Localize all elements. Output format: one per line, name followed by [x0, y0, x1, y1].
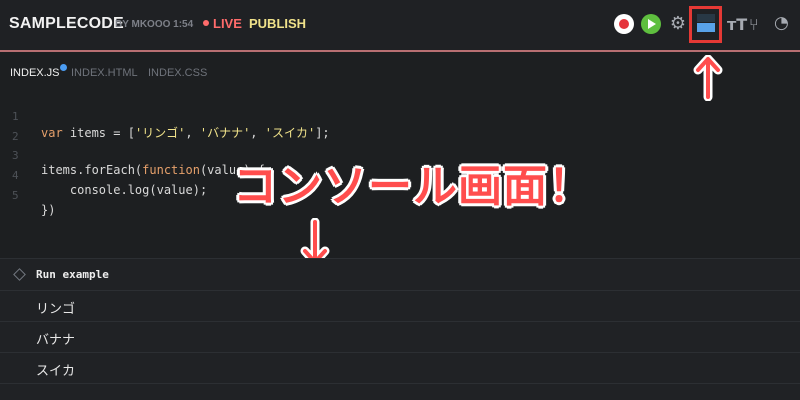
top-bar: SAMPLECODE BY MKOOO 1:54 LIVE PUBLISH ⚙ …	[0, 0, 800, 50]
modified-dot-icon	[59, 64, 67, 71]
tab-index-css[interactable]: INDEX.CSS	[148, 67, 207, 79]
console-run-label: Run example	[36, 268, 109, 281]
code-text: console.log(value);	[41, 183, 208, 197]
console-output: バナナ	[36, 333, 76, 348]
tab-label: INDEX.JS	[10, 67, 60, 79]
text-size-icon[interactable]: ᴛT	[727, 15, 749, 37]
app-title: SAMPLECODE	[9, 15, 124, 32]
code-text: items.forEach(function(value) {	[41, 163, 265, 177]
live-label: LIVE	[213, 16, 242, 31]
code-line: 5 })	[0, 175, 55, 217]
code-line: 1 var items = ['リンゴ', 'バナナ', 'スイカ'];	[0, 96, 330, 140]
tab-index-js[interactable]: INDEX.JS	[10, 64, 67, 79]
code-line: 2	[0, 116, 43, 143]
live-dot-icon	[203, 20, 209, 26]
line-number: 5	[12, 189, 19, 202]
code-text: var items = ['リンゴ', 'バナナ', 'スイカ'];	[41, 126, 330, 140]
code-line: 4 console.log(value);	[0, 155, 207, 197]
console-output: リンゴ	[36, 302, 76, 317]
record-icon[interactable]	[614, 14, 634, 34]
code-line: 3 items.forEach(function(value) {	[0, 135, 265, 177]
live-indicator[interactable]: LIVE	[203, 16, 242, 31]
byline: BY MKOOO 1:54	[115, 19, 194, 30]
gear-icon[interactable]: ⚙	[668, 14, 688, 34]
run-diamond-icon	[13, 268, 26, 281]
console-output: スイカ	[36, 364, 76, 379]
timer-icon[interactable]: ◔	[774, 13, 796, 35]
publish-button[interactable]: PUBLISH	[249, 16, 306, 31]
code-text: })	[41, 203, 56, 217]
tab-index-html[interactable]: INDEX.HTML	[71, 67, 138, 79]
console-header[interactable]: Run example	[0, 259, 800, 291]
up-arrow-icon	[693, 55, 723, 101]
fork-icon[interactable]: ⑂	[749, 15, 771, 37]
play-icon[interactable]	[641, 14, 661, 34]
console-log-row: バナナ	[0, 322, 800, 353]
console-log-row: スイカ	[0, 353, 800, 384]
highlight-box	[689, 6, 722, 43]
annotation-label: コンソール画面！	[233, 161, 593, 212]
console-panel: Run example リンゴ バナナ スイカ	[0, 258, 800, 400]
console-log-row: リンゴ	[0, 291, 800, 322]
